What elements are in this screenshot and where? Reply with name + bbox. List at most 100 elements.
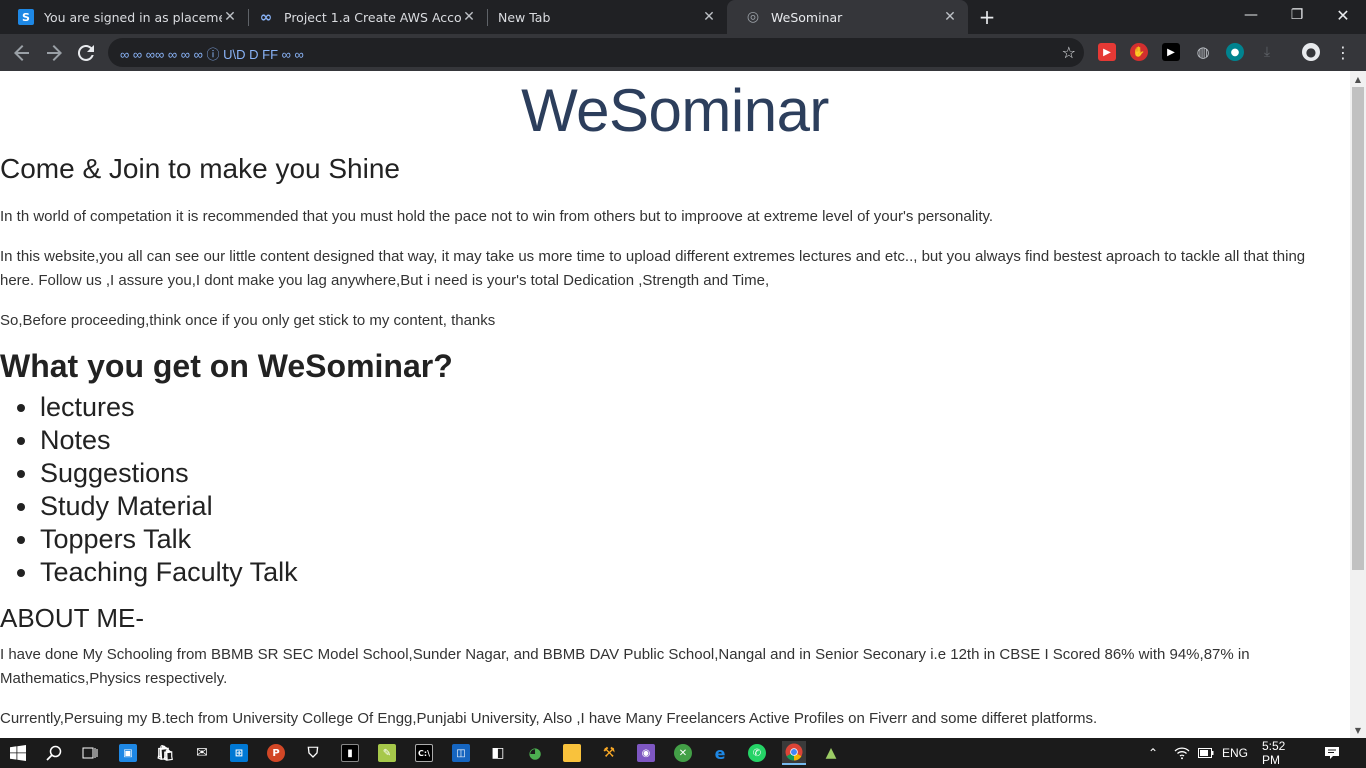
youtube-icon[interactable]: ▶ [1162,43,1180,61]
about-heading: ABOUT ME- [0,603,144,633]
taskbar-app-chrome[interactable] [782,741,806,765]
menu-kebab-icon[interactable]: ⋮ [1334,43,1352,62]
reload-button[interactable] [74,41,98,65]
taskbar-app-android[interactable]: ▲ [819,741,843,765]
taskbar-app-notepad[interactable]: ✎ [375,741,399,765]
address-bar[interactable]: ∞ ∞ ∞∞ ∞ ∞ ∞ ⓘ U\D D FF ∞ ∞ ☆ [108,38,1084,67]
taskbar-app-14[interactable]: ⚒ [597,741,621,765]
taskbar-app-store[interactable]: 🛍 [153,741,177,765]
minimize-button[interactable]: — [1228,0,1274,30]
language-indicator[interactable]: ENG [1222,738,1248,768]
notification-center-icon[interactable] [1324,738,1340,768]
ubuntu-terminal-icon: ▮ [341,744,359,762]
new-tab-button[interactable]: + [976,5,998,29]
taskbar-app-11[interactable]: ◧ [486,741,510,765]
extension-red-icon[interactable]: ▶ [1098,43,1116,61]
page-title: WeSominar [521,77,829,144]
whatsapp-icon: ✆ [748,744,766,762]
taskbar-app-1[interactable]: ▣ [116,741,140,765]
restore-button[interactable]: ❐ [1274,0,1320,30]
back-arrow-icon [14,45,29,61]
list-item: Notes [40,424,1350,457]
about-paragraph-2: Currently,Persuing my B.tech from Univer… [0,710,1098,727]
intro-paragraph-1: In th world of competation it is recomme… [0,208,994,225]
bookmark-star-icon[interactable]: ☆ [1062,43,1076,62]
edge-chromium-icon: ◕ [528,744,542,762]
page-scrollbar[interactable]: ▲ ▼ [1350,71,1366,738]
task-view-icon [82,747,98,759]
extension-teal-icon[interactable]: ● [1226,43,1244,61]
s-logo-icon: S [18,9,34,25]
taskbar-app-16[interactable]: ✕ [671,741,695,765]
taskbar-app-whatsapp[interactable]: ✆ [745,741,769,765]
battery-icon[interactable] [1198,738,1214,768]
remote-desktop-icon: ⊞ [230,744,248,762]
taskbar-app-mail[interactable]: ✉ [190,741,214,765]
taskbar-app-edge[interactable]: e [708,741,732,765]
back-button[interactable] [10,41,34,65]
tab-strip: S You are signed in as placement ✕ ∞ Pro… [0,0,1366,34]
tab-title: Project 1.a Create AWS Account a [284,9,461,25]
forward-arrow-icon [47,45,62,61]
folder-icon [563,744,581,762]
scroll-down-arrow-icon[interactable]: ▼ [1350,722,1366,738]
task-view-button[interactable] [78,741,102,765]
start-button[interactable] [6,741,30,765]
infinity-icon: ∞ [259,8,273,26]
close-icon[interactable]: ✕ [461,9,477,25]
xbox-icon: ✕ [674,744,692,762]
paint-icon: ◉ [637,744,655,762]
globe-icon: ◎ [746,9,760,25]
tray-chevron-up-icon[interactable]: ⌃ [1148,738,1158,768]
close-icon[interactable]: ✕ [701,9,717,25]
android-icon: ▲ [825,745,837,761]
tab-signed-in[interactable]: S You are signed in as placement ✕ [0,0,248,34]
taskbar-app-4[interactable]: ⊞ [227,741,251,765]
tab-new-tab[interactable]: New Tab ✕ [480,0,727,34]
taskbar-app-12[interactable]: ◕ [523,741,547,765]
command-prompt-icon: C:\ [415,744,433,762]
download-icon[interactable]: ⤓ [1258,43,1276,61]
intro-paragraph-2: In this website,you all can see our litt… [0,248,1306,289]
search-icon [46,745,62,761]
chrome-icon [785,743,803,761]
windows-logo-icon [10,745,26,761]
close-icon[interactable]: ✕ [942,9,958,25]
globe-extension-icon[interactable]: ◍ [1194,43,1212,61]
reload-icon [78,45,94,61]
scroll-up-arrow-icon[interactable]: ▲ [1350,71,1366,87]
adblock-hand-icon[interactable]: ✋ [1130,43,1148,61]
page-viewport: WeSominar Come & Join to make you Shine … [0,71,1350,738]
powerpoint-icon: P [267,744,285,762]
close-window-button[interactable]: ✕ [1320,0,1366,30]
taskbar-app-10[interactable]: ◫ [449,741,473,765]
list-item: Suggestions [40,457,1350,490]
taskbar-app-security[interactable]: ⛉ [301,741,325,765]
clock[interactable]: 5:52 PM [1262,738,1306,768]
taskbar-app-15[interactable]: ◉ [634,741,658,765]
close-icon[interactable]: ✕ [222,9,238,25]
desktop-app-icon: ▣ [119,744,137,762]
scrollbar-thumb[interactable] [1352,87,1364,570]
list-item: Study Material [40,490,1350,523]
edge-icon: e [714,743,726,763]
taskbar-app-explorer[interactable] [560,741,584,765]
forward-button[interactable] [42,41,66,65]
wifi-icon[interactable] [1174,738,1190,768]
tab-wesominar[interactable]: ◎ WeSominar ✕ [727,0,968,34]
intro-paragraph-3: So,Before proceeding,think once if you o… [0,312,496,329]
tab-title: WeSominar [771,9,843,25]
tagline-heading: Come & Join to make you Shine [0,153,400,184]
taskbar-app-powerpoint[interactable]: P [264,741,288,765]
taskbar-app-7[interactable]: ▮ [338,741,362,765]
about-paragraph-1: I have done My Schooling from BBMB SR SE… [0,646,1250,687]
search-button[interactable] [42,741,66,765]
store-bag-icon: 🛍 [155,744,175,762]
list-item: Teaching Faculty Talk [40,556,1350,589]
list-item: lectures [40,391,1350,424]
tool-icon: ⚒ [602,745,616,761]
taskbar-app-cmd[interactable]: C:\ [412,741,436,765]
profile-avatar-icon[interactable]: ● [1302,43,1320,61]
tab-title: New Tab [498,9,551,25]
tab-project-aws[interactable]: ∞ Project 1.a Create AWS Account a ✕ [240,0,487,34]
